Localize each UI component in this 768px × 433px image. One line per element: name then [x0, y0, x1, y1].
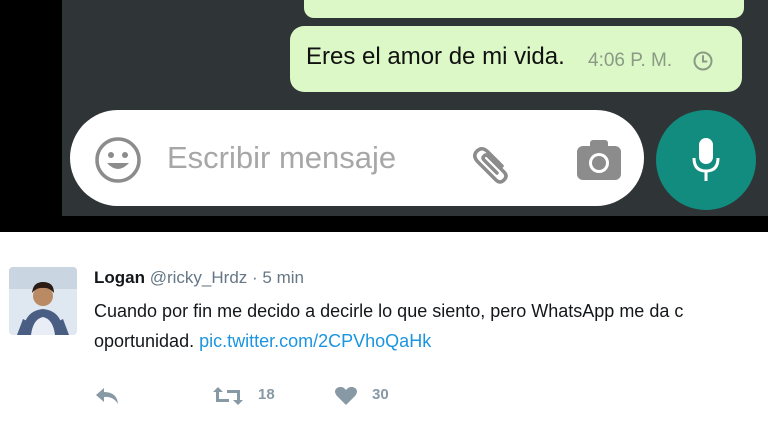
- message-text: Eres el amor de mi vida.: [306, 43, 565, 70]
- microphone-button[interactable]: [656, 110, 756, 210]
- emoji-icon[interactable]: [94, 136, 142, 184]
- previous-message-bubble: [304, 0, 744, 18]
- tweet: Logan @ricky_Hrdz · 5 min Cuando por fin…: [0, 232, 768, 433]
- user-name[interactable]: Logan: [94, 268, 145, 287]
- avatar-image: [9, 267, 77, 335]
- paperclip-icon[interactable]: [468, 136, 520, 188]
- retweet-count: 18: [258, 386, 275, 403]
- retweet-icon: [213, 387, 243, 405]
- tweet-image-link[interactable]: pic.twitter.com/2CPVhoQaHk: [199, 331, 431, 351]
- message-input-placeholder[interactable]: Escribir mensaje: [167, 140, 396, 176]
- tweet-text-end: oportunidad.: [94, 331, 195, 351]
- camera-icon[interactable]: [575, 138, 623, 182]
- message-input-bar[interactable]: Escribir mensaje: [70, 110, 644, 206]
- microphone-icon: [692, 138, 720, 181]
- tweet-text-line-1: Cuando por fin me decido a decirle lo qu…: [94, 301, 684, 321]
- like-button[interactable]: 30: [334, 384, 404, 408]
- tweet-text: Cuando por fin me decido a decirle lo qu…: [94, 296, 768, 356]
- retweet-button[interactable]: 18: [212, 384, 282, 408]
- heart-icon: [335, 386, 357, 405]
- separator: ·: [252, 268, 258, 287]
- user-handle[interactable]: @ricky_Hrdz: [150, 268, 248, 287]
- reply-icon: [96, 388, 118, 404]
- whatsapp-chat: Eres el amor de mi vida. 4:06 P. M. Escr…: [62, 0, 768, 216]
- message-time: 4:06 P. M.: [588, 50, 673, 71]
- tweet-time[interactable]: 5 min: [262, 268, 304, 287]
- avatar[interactable]: [9, 267, 77, 335]
- sent-message-bubble: Eres el amor de mi vida. 4:06 P. M.: [290, 26, 742, 92]
- clock-icon: [693, 51, 713, 71]
- like-count: 30: [372, 386, 389, 403]
- tweet-header: Logan @ricky_Hrdz · 5 min: [94, 268, 304, 288]
- reply-button[interactable]: [94, 384, 124, 408]
- whatsapp-screenshot: Eres el amor de mi vida. 4:06 P. M. Escr…: [0, 0, 768, 232]
- tweet-text-line-2: oportunidad. pic.twitter.com/2CPVhoQaHk: [94, 326, 768, 356]
